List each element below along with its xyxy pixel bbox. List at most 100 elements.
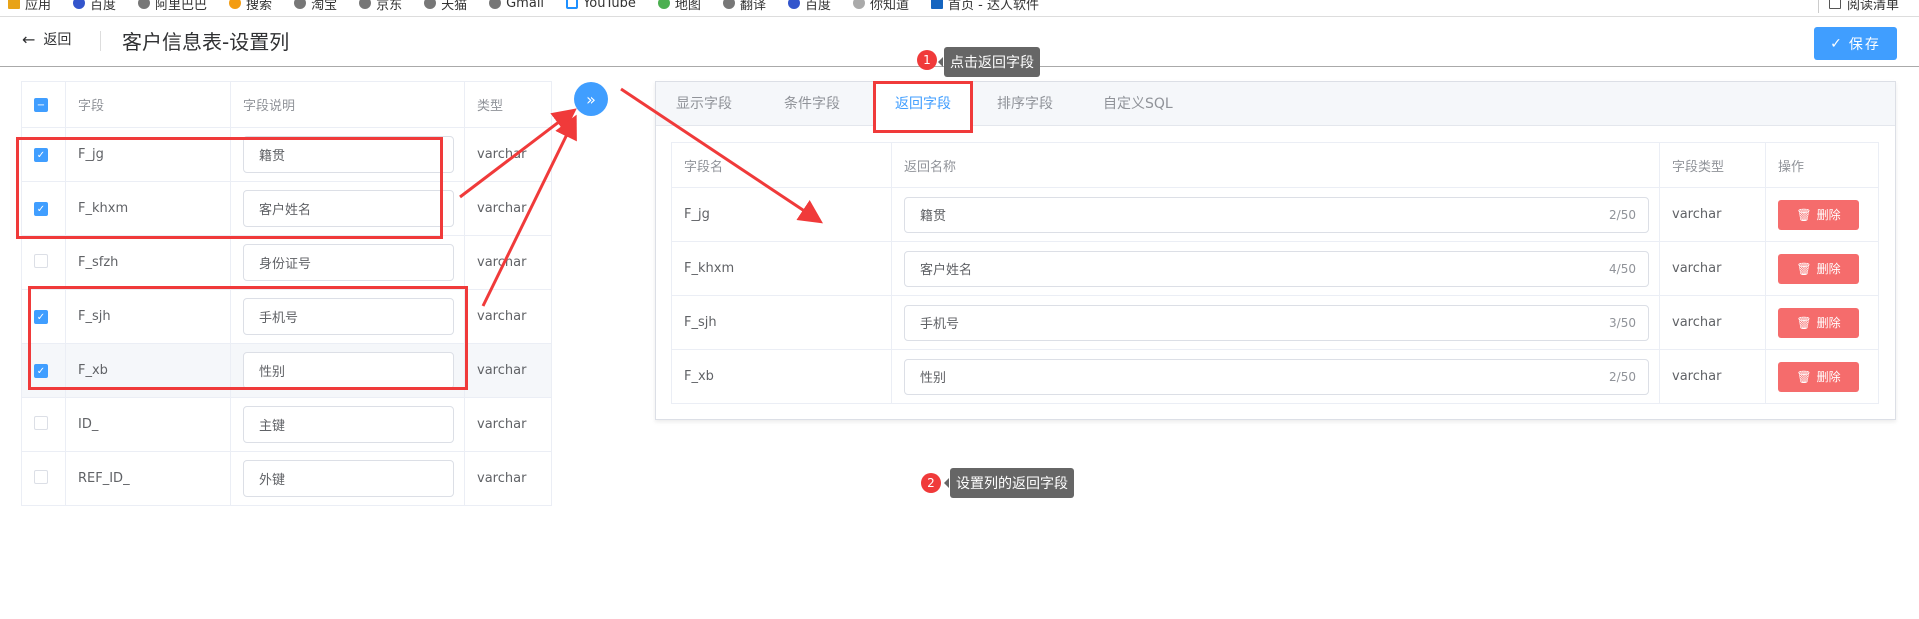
field-name: F_khxm (671, 241, 892, 296)
tab-display-fields[interactable]: 显示字段 (656, 82, 752, 126)
reading-list-icon (1828, 0, 1841, 9)
table-row: ✓ F_xb 性别 varchar (21, 343, 552, 398)
bookmark[interactable]: 百度 (787, 0, 831, 13)
bookmarks-bar: 应用 百度 阿里巴巴 搜索 淘宝 京东 天猫 Gmail YouTube 地图 … (0, 0, 1919, 15)
field-description-input[interactable]: 手机号 (243, 298, 454, 335)
field-name: ID_ (65, 397, 231, 452)
char-count: 2/50 (1609, 207, 1636, 222)
trash-icon: 🗑 (1796, 315, 1812, 330)
annotation-badge: 1 (917, 50, 937, 70)
double-chevron-right-icon: » (586, 89, 596, 109)
field-type: varchar (464, 451, 552, 506)
field-table: − 字段 字段说明 类型 ✓ F_jg 籍贯 varchar ✓ F_khxm 客… (21, 81, 552, 506)
field-type: varchar (464, 181, 552, 236)
field-description-input[interactable]: 主键 (243, 406, 454, 443)
site-icon (930, 0, 943, 9)
back-button[interactable]: ← 返回 (22, 29, 71, 49)
table-row: ✓ F_sjh 手机号 varchar (21, 289, 552, 344)
bookmark[interactable]: YouTube (566, 0, 636, 11)
delete-button[interactable]: 🗑 删除 (1778, 361, 1859, 392)
bookmark[interactable]: 淘宝 (294, 0, 337, 13)
bookmark[interactable]: 首页 - 达人软件 (930, 0, 1039, 13)
reading-list[interactable]: 阅读清单 (1817, 0, 1899, 13)
field-name: F_xb (65, 343, 231, 398)
field-name: F_jg (65, 127, 231, 182)
bookmark[interactable]: Gmail (489, 0, 544, 11)
bookmark[interactable]: 搜索 (229, 0, 272, 13)
bookmark[interactable]: 天猫 (424, 0, 467, 13)
delete-button[interactable]: 🗑 删除 (1778, 307, 1859, 338)
row-checkbox[interactable]: ✓ (34, 310, 48, 325)
return-fields-table: 字段名 返回名称 字段类型 操作 F_jg 籍贯 2/50 varchar 🗑 删除… (671, 142, 1879, 404)
column-header: 返回名称 (891, 142, 1660, 188)
tab-sort-fields[interactable]: 排序字段 (977, 82, 1073, 126)
globe-icon (359, 0, 372, 9)
field-type: varchar (464, 343, 552, 398)
field-name: F_jg (671, 187, 892, 242)
tab-return-fields[interactable]: 返回字段 (874, 82, 972, 127)
bookmark[interactable]: 百度 (73, 0, 116, 13)
column-header: 字段名 (671, 142, 892, 188)
bookmark[interactable]: 应用 (8, 0, 51, 13)
row-checkbox[interactable] (34, 469, 48, 484)
table-row: ✓ F_jg 籍贯 varchar (21, 127, 552, 182)
field-description-input[interactable]: 性别 (243, 352, 454, 389)
globe-icon (138, 0, 151, 9)
settings-panel: 显示字段 条件字段 返回字段 排序字段 自定义SQL 字段名 返回名称 字段类型… (655, 81, 1896, 420)
arrow-left-icon: ← (22, 29, 36, 49)
delete-button[interactable]: 🗑 删除 (1778, 253, 1859, 284)
tab-custom-sql[interactable]: 自定义SQL (1083, 82, 1193, 126)
bookmark[interactable]: 阿里巴巴 (138, 0, 207, 13)
table-row: REF_ID_ 外键 varchar (21, 451, 552, 506)
column-header: 字段类型 (1659, 142, 1766, 188)
trash-icon: 🗑 (1796, 369, 1812, 384)
table-row: ID_ 主键 varchar (21, 397, 552, 452)
delete-button[interactable]: 🗑 删除 (1778, 199, 1859, 230)
table-row: F_xb 性别 2/50 varchar 🗑 删除 (671, 349, 1879, 404)
field-description-input[interactable]: 客户姓名 (243, 190, 454, 227)
row-checkbox[interactable]: ✓ (34, 148, 48, 163)
select-all-checkbox[interactable]: − (34, 98, 48, 113)
return-name-input[interactable]: 手机号 3/50 (904, 304, 1649, 341)
field-type: varchar (464, 235, 552, 290)
field-name: F_sfzh (65, 235, 231, 290)
bookmark[interactable]: 京东 (359, 0, 402, 13)
tab-bar: 显示字段 条件字段 返回字段 排序字段 自定义SQL (656, 82, 1895, 127)
field-name: F_sjh (671, 295, 892, 350)
bookmark[interactable]: 翻译 (722, 0, 766, 13)
return-name-input[interactable]: 籍贯 2/50 (904, 196, 1649, 233)
field-description-input[interactable]: 外键 (243, 460, 454, 497)
page-title: 客户信息表-设置列 (122, 30, 290, 54)
field-type: varchar (464, 289, 552, 344)
field-description-input[interactable]: 籍贯 (243, 136, 454, 173)
baidu-icon (787, 0, 800, 9)
bookmark[interactable]: 地图 (657, 0, 701, 13)
tab-condition-fields[interactable]: 条件字段 (764, 82, 860, 126)
table-row: F_sfzh 身份证号 varchar (21, 235, 552, 290)
return-name-input[interactable]: 性别 2/50 (904, 358, 1649, 395)
bookmark[interactable]: 你知道 (852, 0, 909, 13)
maps-icon (657, 0, 670, 9)
globe-icon (489, 0, 502, 9)
return-name-input[interactable]: 客户姓名 4/50 (904, 250, 1649, 287)
row-checkbox[interactable] (34, 415, 48, 430)
globe-icon (294, 0, 307, 9)
input-value: 客户姓名 (920, 263, 973, 278)
field-name: F_sjh (65, 289, 231, 344)
char-count: 3/50 (1609, 315, 1636, 330)
table-row: F_sjh 手机号 3/50 varchar 🗑 删除 (671, 295, 1879, 350)
row-checkbox[interactable]: ✓ (34, 202, 48, 217)
globe-icon (424, 0, 437, 9)
check-icon: ✓ (1830, 35, 1844, 52)
row-checkbox[interactable] (34, 253, 48, 268)
table-row: F_khxm 客户姓名 4/50 varchar 🗑 删除 (671, 241, 1879, 296)
transfer-button[interactable]: » (574, 82, 608, 116)
input-value: 性别 (920, 371, 947, 386)
trash-icon: 🗑 (1796, 261, 1812, 276)
field-description-input[interactable]: 身份证号 (243, 244, 454, 281)
table-header: − 字段 字段说明 类型 (21, 81, 552, 128)
annotation-badge: 2 (921, 473, 941, 493)
row-checkbox[interactable]: ✓ (34, 364, 48, 379)
save-button[interactable]: ✓ 保存 (1814, 27, 1897, 60)
column-header: 字段说明 (230, 81, 465, 128)
